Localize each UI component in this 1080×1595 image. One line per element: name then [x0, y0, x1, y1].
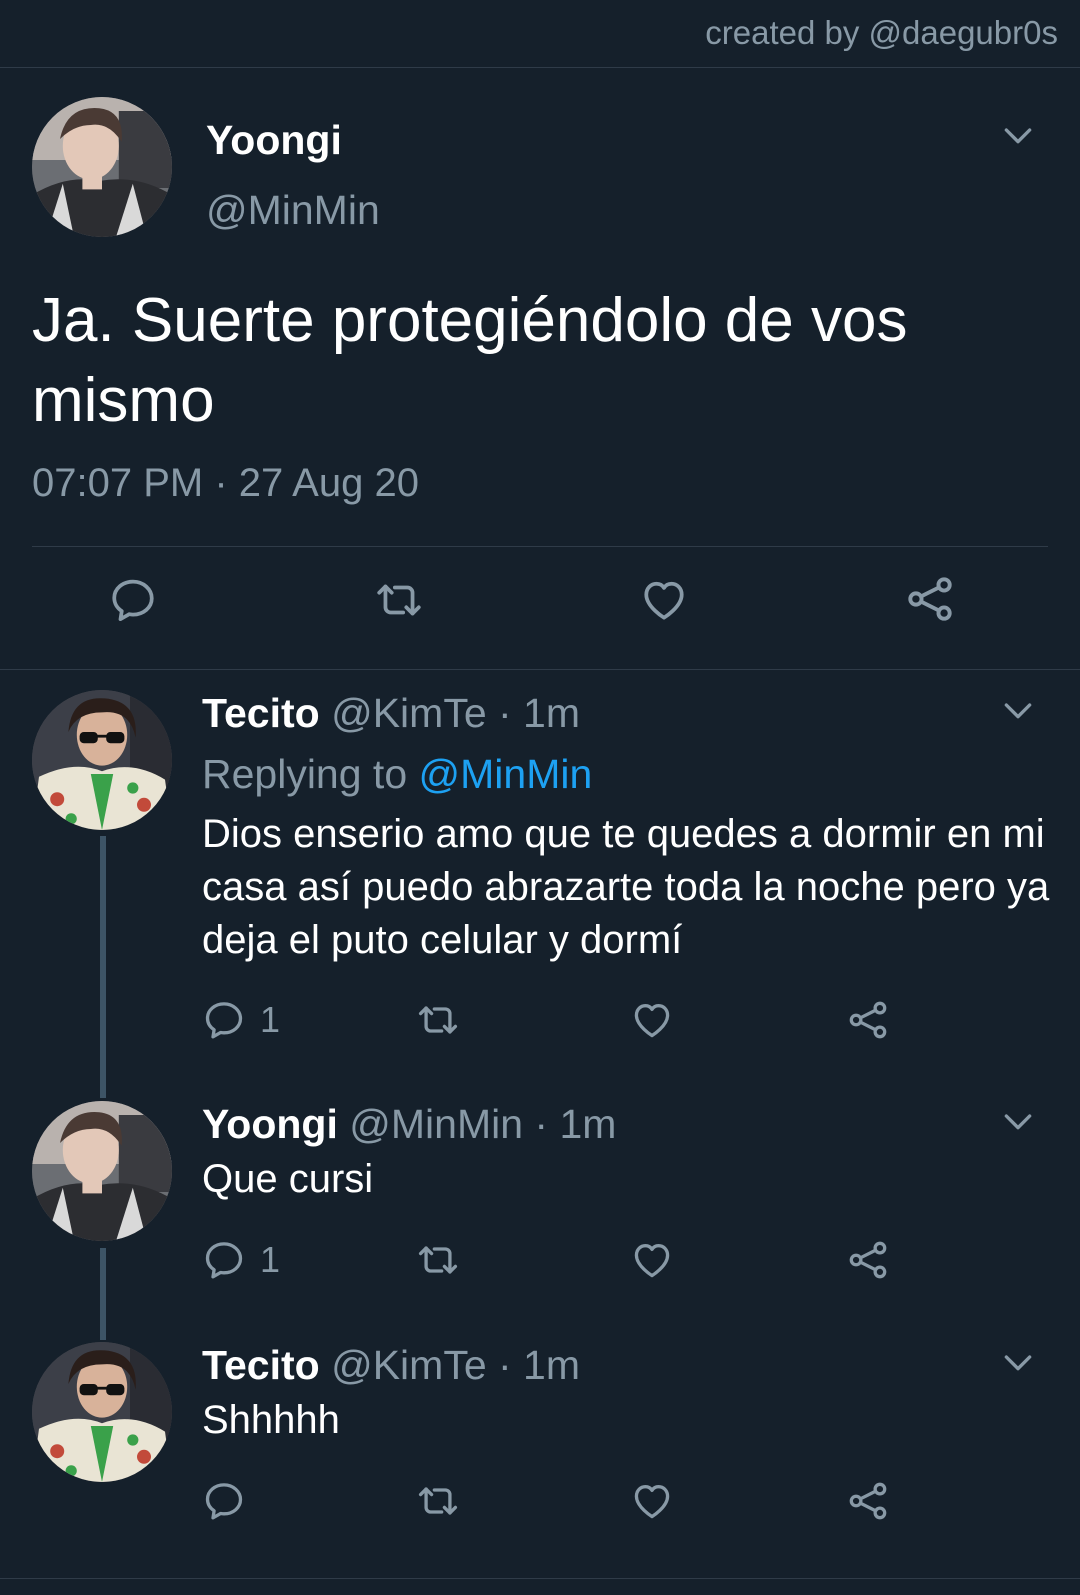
reply-button[interactable]: 1 — [202, 998, 280, 1042]
reply-button[interactable] — [108, 575, 158, 625]
chevron-down-icon[interactable] — [998, 1101, 1038, 1141]
author-handle[interactable]: @MinMin — [206, 187, 380, 234]
reply-button[interactable]: 1 — [202, 1238, 280, 1282]
chevron-down-icon[interactable] — [998, 690, 1038, 730]
tweet-text: Ja. Suerte protegiéndolo de vos mismo — [32, 286, 908, 435]
retweet-icon — [414, 998, 462, 1042]
divider — [32, 546, 1048, 547]
like-button[interactable] — [638, 575, 690, 625]
tweet-text: Que cursi — [202, 1157, 374, 1201]
thread-line — [100, 836, 106, 1098]
share-icon — [846, 1237, 890, 1283]
divider — [0, 1578, 1080, 1579]
credit-text: created by @daegubr0s — [705, 14, 1058, 51]
like-button[interactable] — [630, 1238, 674, 1282]
tweet-text: Dios enserio amo que te quedes a dormir … — [202, 812, 1050, 962]
heart-icon — [638, 575, 690, 625]
like-button[interactable] — [630, 998, 674, 1042]
author-name[interactable]: Yoongi — [202, 1101, 338, 1147]
mention-link[interactable]: @MinMin — [419, 751, 593, 797]
avatar[interactable] — [32, 690, 172, 830]
reply-count: 1 — [260, 1239, 281, 1280]
share-icon — [904, 573, 956, 625]
retweet-icon — [372, 575, 426, 625]
replying-to: Replying to @MinMin — [202, 751, 592, 798]
share-icon — [846, 1478, 890, 1524]
share-button[interactable] — [904, 573, 956, 625]
avatar[interactable] — [32, 1101, 172, 1241]
retweet-icon — [414, 1238, 462, 1282]
replying-to-label: Replying to — [202, 751, 419, 797]
reply-icon — [202, 1479, 246, 1523]
top-bar: created by @daegubr0s — [0, 0, 1080, 68]
share-button[interactable] — [846, 1478, 890, 1524]
retweet-button[interactable] — [414, 1479, 462, 1523]
heart-icon — [630, 998, 674, 1042]
reply-header: Tecito @KimTe · 1m — [202, 1342, 580, 1389]
retweet-button[interactable] — [414, 998, 462, 1042]
tweet-timestamp: 07:07 PM · 27 Aug 20 — [32, 461, 419, 505]
chevron-down-icon[interactable] — [998, 1342, 1038, 1382]
like-button[interactable] — [630, 1479, 674, 1523]
author-handle-time: @KimTe · 1m — [319, 1342, 581, 1388]
author-handle-time: @MinMin · 1m — [337, 1101, 617, 1147]
heart-icon — [630, 1238, 674, 1282]
avatar[interactable] — [32, 97, 172, 237]
reply-count: 1 — [260, 999, 281, 1040]
reply-header: Yoongi @MinMin · 1m — [202, 1101, 616, 1148]
reply-icon — [108, 575, 158, 625]
main-tweet: Yoongi @MinMin Ja. Suerte protegiéndolo … — [0, 69, 1080, 670]
reply-icon — [202, 998, 246, 1042]
author-name[interactable]: Tecito — [202, 690, 320, 736]
reply-header: Tecito @KimTe · 1m — [202, 690, 580, 737]
share-icon — [846, 997, 890, 1043]
retweet-button[interactable] — [372, 575, 426, 625]
retweet-button[interactable] — [414, 1238, 462, 1282]
author-name[interactable]: Tecito — [202, 1342, 320, 1388]
avatar[interactable] — [32, 1342, 172, 1482]
share-button[interactable] — [846, 1237, 890, 1283]
author-handle-time: @KimTe · 1m — [319, 690, 581, 736]
tweet-text: Shhhhh — [202, 1398, 340, 1442]
chevron-down-icon[interactable] — [998, 115, 1038, 155]
heart-icon — [630, 1479, 674, 1523]
reply-button[interactable] — [202, 1479, 260, 1523]
reply-icon — [202, 1238, 246, 1282]
thread-line — [100, 1248, 106, 1340]
author-name[interactable]: Yoongi — [206, 117, 342, 164]
share-button[interactable] — [846, 997, 890, 1043]
retweet-icon — [414, 1479, 462, 1523]
